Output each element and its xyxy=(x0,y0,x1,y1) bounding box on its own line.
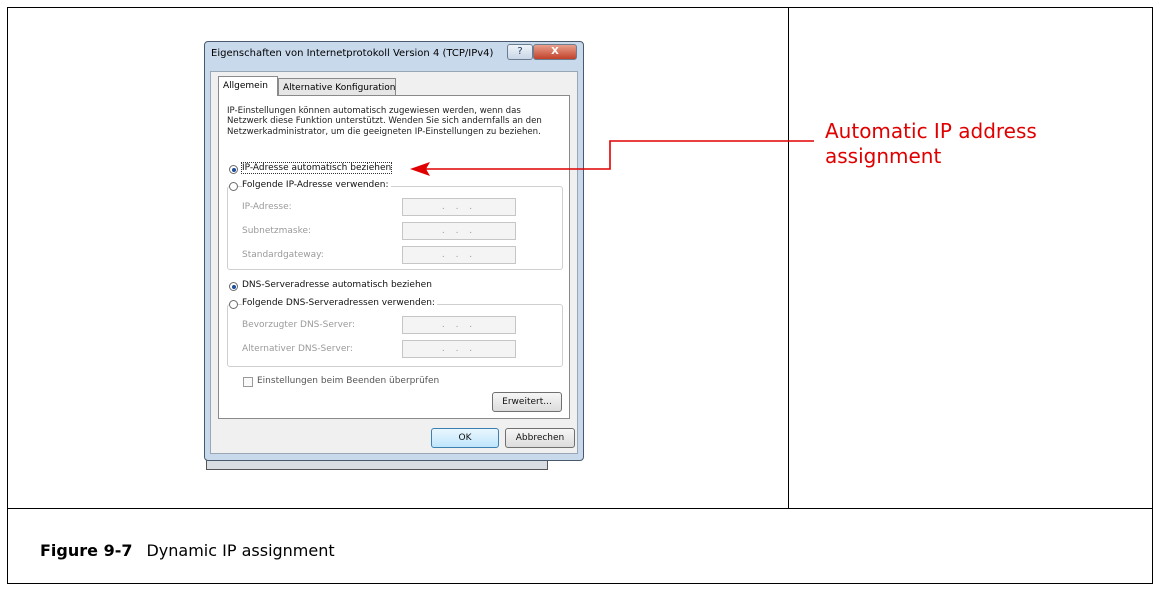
callout-arrow xyxy=(410,140,814,176)
figure-number: Figure 9-7 xyxy=(40,541,133,560)
figure-title: Dynamic IP assignment xyxy=(146,541,335,560)
callout-line xyxy=(424,140,814,170)
tab-general[interactable]: Allgemein xyxy=(218,76,278,96)
annotation-text: Automatic IP address assignment xyxy=(825,119,1037,168)
figure-caption: Figure 9-7 Dynamic IP assignment xyxy=(40,541,335,560)
